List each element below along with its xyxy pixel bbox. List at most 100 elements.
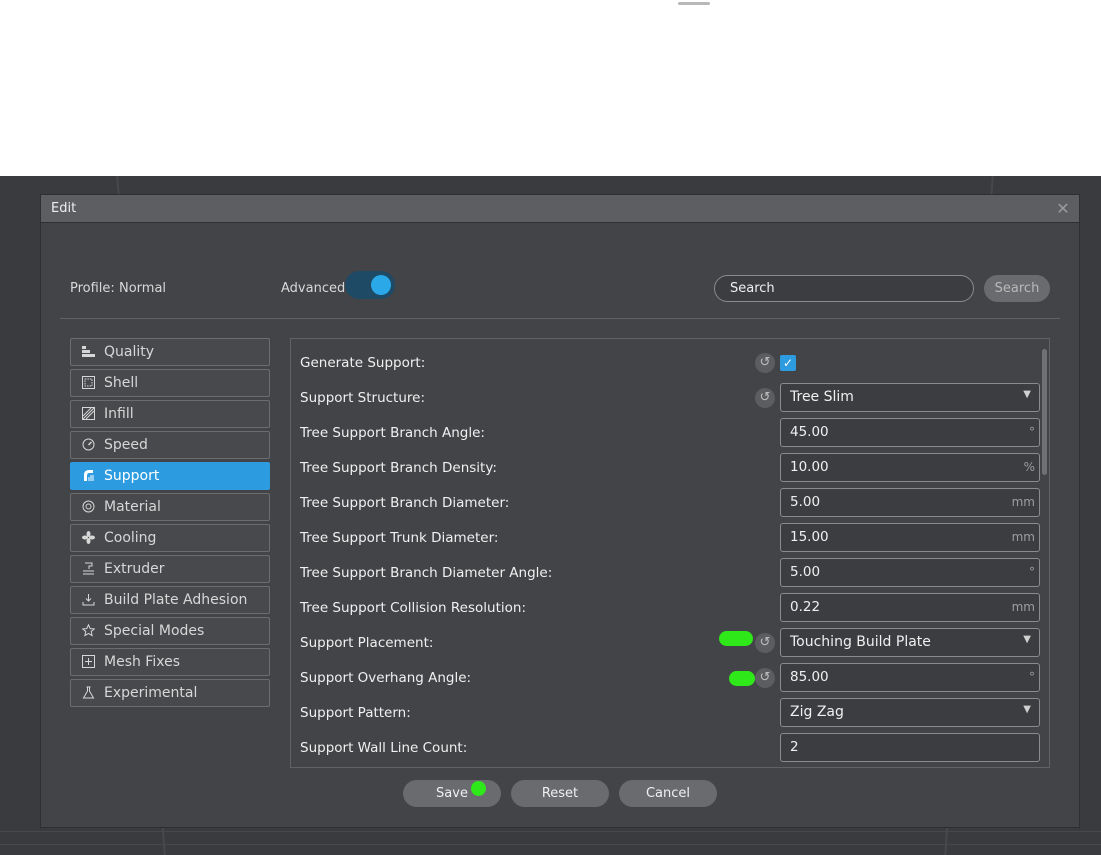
sidebar-item-infill[interactable]: Infill [70, 400, 270, 428]
reset-icon[interactable]: ↺ [755, 633, 775, 653]
category-sidebar: Quality Shell Infill Speed Support Mater… [70, 338, 270, 710]
experimental-icon [81, 686, 96, 701]
special-modes-icon [81, 623, 96, 639]
setting-row-overhang-angle: Support Overhang Angle: ↺ 85.00 ° [291, 661, 1040, 696]
support-pattern-select[interactable]: Zig Zag ▼ [780, 698, 1040, 727]
close-icon[interactable]: ✕ [1055, 201, 1071, 217]
field-unit: ° [1029, 565, 1035, 579]
setting-row-branch-diameter-angle: Tree Support Branch Diameter Angle: 5.00… [291, 556, 1040, 591]
setting-label: Tree Support Branch Angle: [300, 425, 485, 441]
settings-scrollbar[interactable] [1042, 349, 1047, 475]
advanced-label: Advanced [281, 281, 346, 296]
sidebar-item-mesh-fixes[interactable]: Mesh Fixes [70, 648, 270, 676]
setting-row-support-pattern: Support Pattern: Zig Zag ▼ [291, 696, 1040, 731]
setting-label: Support Pattern: [300, 705, 411, 721]
sidebar-item-label: Quality [104, 344, 155, 360]
sidebar-item-support[interactable]: Support [70, 462, 270, 490]
reset-icon[interactable]: ↺ [755, 388, 775, 408]
grid-line [0, 844, 1101, 845]
infill-icon [81, 407, 96, 422]
setting-row-wall-line-count: Support Wall Line Count: 2 [291, 731, 1040, 766]
field-value: 45.00 [790, 424, 829, 440]
search-input[interactable] [714, 275, 974, 302]
field-value: 85.00 [790, 669, 829, 685]
sidebar-item-label: Experimental [104, 685, 198, 701]
sidebar-item-label: Support [104, 468, 160, 484]
sidebar-item-shell[interactable]: Shell [70, 369, 270, 397]
material-icon [81, 500, 96, 515]
branch-diameter-angle-field[interactable]: 5.00 ° [780, 558, 1040, 587]
sidebar-item-material[interactable]: Material [70, 493, 270, 521]
branch-angle-field[interactable]: 45.00 ° [780, 418, 1040, 447]
sidebar-item-label: Shell [104, 375, 139, 391]
save-button[interactable]: Save [403, 780, 501, 807]
advanced-toggle[interactable] [345, 271, 395, 299]
sidebar-item-special-modes[interactable]: Special Modes [70, 617, 270, 645]
trunk-diameter-field[interactable]: 15.00 mm [780, 523, 1040, 552]
support-structure-select[interactable]: Tree Slim ▼ [780, 383, 1040, 412]
field-value: 5.00 [790, 564, 821, 580]
field-unit: ° [1029, 670, 1035, 684]
highlight-marker [719, 631, 753, 646]
profile-label: Profile: [70, 281, 115, 296]
setting-label: Tree Support Branch Diameter: [300, 495, 510, 511]
chevron-down-icon: ▼ [1023, 389, 1031, 400]
mesh-fixes-icon [81, 655, 96, 670]
sidebar-item-cooling[interactable]: Cooling [70, 524, 270, 552]
search-button[interactable]: Search [984, 275, 1050, 302]
sidebar-item-experimental[interactable]: Experimental [70, 679, 270, 707]
sidebar-item-label: Infill [104, 406, 134, 422]
sidebar-item-label: Speed [104, 437, 148, 453]
dialog-title-bar: Edit ✕ [41, 195, 1079, 223]
shell-icon [81, 376, 96, 391]
reset-button[interactable]: Reset [511, 780, 609, 807]
dialog-title: Edit [51, 201, 77, 216]
field-value: 10.00 [790, 459, 829, 475]
speed-icon [81, 438, 96, 453]
sidebar-item-build-plate-adhesion[interactable]: Build Plate Adhesion [70, 586, 270, 614]
setting-row-branch-density: Tree Support Branch Density: 10.00 % [291, 451, 1040, 486]
field-unit: % [1023, 460, 1035, 474]
support-icon [81, 469, 96, 484]
setting-row-collision-resolution: Tree Support Collision Resolution: 0.22 … [291, 591, 1040, 626]
top-white-area [0, 0, 1101, 176]
sidebar-item-label: Mesh Fixes [104, 654, 180, 670]
overhang-angle-field[interactable]: 85.00 ° [780, 663, 1040, 692]
cancel-button[interactable]: Cancel [619, 780, 717, 807]
reset-icon[interactable]: ↺ [755, 353, 775, 373]
setting-label: Tree Support Branch Density: [300, 460, 497, 476]
field-unit: mm [1011, 495, 1035, 509]
setting-row-trunk-diameter: Tree Support Trunk Diameter: 15.00 mm [291, 521, 1040, 556]
chevron-down-icon: ▼ [1023, 634, 1031, 645]
field-unit: ° [1029, 425, 1035, 439]
sidebar-item-speed[interactable]: Speed [70, 431, 270, 459]
branch-density-field[interactable]: 10.00 % [780, 453, 1040, 482]
setting-label: Tree Support Branch Diameter Angle: [300, 565, 553, 581]
collision-resolution-field[interactable]: 0.22 mm [780, 593, 1040, 622]
sidebar-item-label: Build Plate Adhesion [104, 592, 248, 608]
support-placement-select[interactable]: Touching Build Plate ▼ [780, 628, 1040, 657]
header-separator [60, 318, 1060, 319]
sidebar-item-quality[interactable]: Quality [70, 338, 270, 366]
sidebar-item-extruder[interactable]: Extruder [70, 555, 270, 583]
setting-row-generate-support: Generate Support: ↺ ✓ [291, 346, 1036, 381]
setting-label: Generate Support: [300, 355, 426, 371]
generate-support-checkbox[interactable]: ✓ [780, 355, 796, 371]
sidebar-item-label: Extruder [104, 561, 165, 577]
toggle-knob [371, 275, 391, 295]
sidebar-item-label: Cooling [104, 530, 157, 546]
settings-panel: Generate Support: ↺ ✓ Support Structure:… [290, 338, 1050, 768]
wall-line-count-field[interactable]: 2 [780, 733, 1040, 762]
select-value: Zig Zag [790, 704, 844, 720]
highlight-marker [471, 781, 486, 796]
select-value: Touching Build Plate [790, 634, 931, 650]
field-unit: mm [1011, 600, 1035, 614]
sidebar-item-label: Material [104, 499, 161, 515]
setting-label: Support Overhang Angle: [300, 670, 472, 686]
select-value: Tree Slim [790, 389, 854, 405]
top-speck [678, 2, 710, 5]
chevron-down-icon: ▼ [1023, 704, 1031, 715]
branch-diameter-field[interactable]: 5.00 mm [780, 488, 1040, 517]
edit-dialog: Edit ✕ Profile: Normal Advanced Search Q… [40, 194, 1080, 828]
reset-icon[interactable]: ↺ [755, 668, 775, 688]
